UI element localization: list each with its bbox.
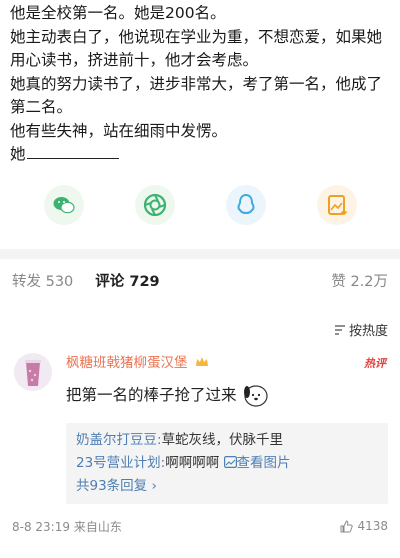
story-line: 她主动表白了，他说现在学业为重，不想恋爱，如果她用心读书，挤进前十，他才会考虑。 bbox=[10, 27, 383, 70]
avatar-drink-image bbox=[14, 352, 52, 391]
comment-text: 把第一名的棒子抢了过来 bbox=[66, 381, 388, 409]
story-line: 他有些失神，站在细雨中发愣。 bbox=[10, 121, 228, 140]
share-row bbox=[0, 167, 400, 245]
tab-comments[interactable]: 评论 729 bbox=[95, 270, 159, 291]
comment-actions: 4138 bbox=[340, 518, 388, 535]
save-image-button[interactable] bbox=[316, 184, 357, 225]
story-line: 他是全校第一名。她是200名。 bbox=[10, 4, 226, 22]
story-line: 她真的努力读书了，进步非常大，考了第一名，他成了第二名。 bbox=[10, 74, 383, 117]
save-image-icon bbox=[316, 184, 357, 225]
comment-time-location: 8-8 23:19 来自山东 bbox=[12, 518, 122, 535]
reply-username[interactable]: 奶盖尔打豆豆: bbox=[76, 432, 162, 448]
comment-meta: 8-8 23:19 来自山东 4138 bbox=[0, 504, 400, 535]
more-replies-link[interactable]: 共93条回复 › bbox=[76, 475, 378, 498]
reply-item: 23号营业计划:啊啊啊啊 查看图片 bbox=[76, 452, 378, 475]
moments-icon bbox=[134, 184, 175, 225]
repost-label: 转发 bbox=[12, 274, 41, 290]
story-line-prefix: 她 bbox=[10, 145, 26, 163]
comment-time: 8-8 23:19 bbox=[12, 519, 70, 534]
section-divider bbox=[0, 248, 400, 259]
comment-count: 729 bbox=[129, 274, 160, 290]
reply-username[interactable]: 23号营业计划: bbox=[76, 455, 165, 471]
like-icon[interactable] bbox=[340, 519, 354, 533]
like-count: 4138 bbox=[357, 519, 388, 533]
avatar[interactable] bbox=[14, 352, 52, 391]
qq-icon bbox=[225, 184, 266, 225]
wechat-icon bbox=[43, 184, 84, 225]
replies-box[interactable]: 奶盖尔打豆豆:草蛇灰线，伏脉千里 23号营业计划:啊啊啊啊 查看图片 共93条回… bbox=[66, 422, 388, 504]
tab-repost[interactable]: 转发 530 bbox=[12, 270, 73, 291]
comment-location: 来自山东 bbox=[73, 519, 122, 534]
fill-in-blank bbox=[26, 143, 119, 159]
more-replies-label: 共93条回复 bbox=[76, 477, 148, 494]
sort-label: 按热度 bbox=[348, 324, 388, 339]
pochacco-sticker-icon bbox=[243, 384, 268, 407]
reply-item: 奶盖尔打豆豆:草蛇灰线，伏脉千里 bbox=[76, 429, 378, 452]
vip-crown-icon bbox=[195, 354, 209, 366]
reply-text: 啊啊啊啊 bbox=[165, 454, 220, 471]
repost-count: 530 bbox=[45, 274, 74, 290]
comment-text-content: 把第一名的棒子抢了过来 bbox=[66, 385, 237, 404]
comment-username[interactable]: 枫糖班戟猪柳蛋汉堡 bbox=[66, 353, 388, 373]
comment-label: 评论 bbox=[95, 274, 125, 290]
story-line-blank: 她 bbox=[10, 143, 390, 167]
stats-tabs: 转发 530 评论 729 赞 2.2万 bbox=[0, 259, 400, 303]
view-image-label: 查看图片 bbox=[236, 454, 291, 471]
like-label: 赞 bbox=[331, 274, 346, 290]
reply-text: 草蛇灰线，伏脉千里 bbox=[161, 431, 284, 448]
share-wechat-button[interactable] bbox=[43, 184, 84, 225]
sort-icon bbox=[334, 324, 345, 335]
image-icon bbox=[223, 455, 237, 468]
like-count: 2.2万 bbox=[350, 274, 388, 290]
post-body: 他是全校第一名。她是200名。 她主动表白了，他说现在学业为重，不想恋爱，如果她… bbox=[0, 0, 400, 167]
chevron-right-icon: › bbox=[151, 477, 157, 494]
tab-likes[interactable]: 赞 2.2万 bbox=[331, 270, 388, 291]
username-text: 枫糖班戟猪柳蛋汉堡 bbox=[66, 354, 188, 371]
sort-selector[interactable]: 按热度 bbox=[0, 313, 400, 347]
share-moments-button[interactable] bbox=[134, 184, 175, 225]
comment-item: 枫糖班戟猪柳蛋汉堡 热评 把第一名的棒子抢了过来 奶盖尔打豆豆:草蛇灰线，伏脉千… bbox=[0, 352, 400, 504]
hot-comment-badge: 热评 bbox=[364, 356, 386, 370]
view-image-link[interactable]: 查看图片 bbox=[223, 454, 291, 471]
share-qq-button[interactable] bbox=[225, 184, 266, 225]
